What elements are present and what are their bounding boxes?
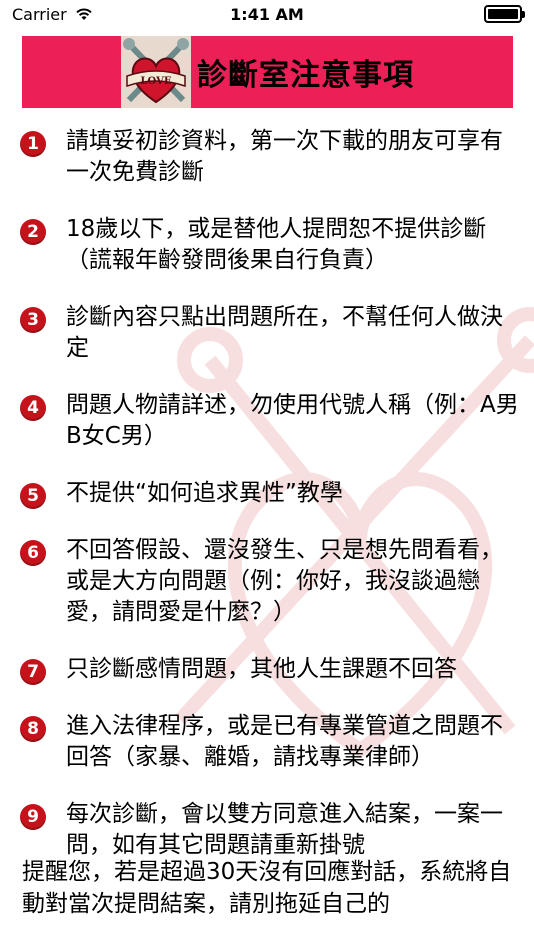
list-item: 9 每次診斷，會以雙方同意進入結案，一案一問，如有其它問題請重新掛號 — [20, 799, 520, 861]
number-badge-icon: 6 — [20, 540, 46, 566]
number-badge-icon: 1 — [20, 131, 46, 157]
list-item: 3 診斷內容只點出問題所在，不幫任何人做決定 — [20, 302, 520, 364]
carrier-label: Carrier — [12, 4, 67, 24]
list-item: 6 不回答假設、還沒發生、只是想先問看看，或是大方向問題（例：你好，我沒談過戀愛… — [20, 535, 520, 628]
list-item: 1 請填妥初診資料，第一次下載的朋友可享有一次免費診斷 — [20, 126, 520, 188]
number-badge-icon: 3 — [20, 307, 46, 333]
header-banner: LOVE 診斷室注意事項 — [22, 36, 513, 108]
rule-text: 只診斷感情問題，其他人生課題不回答 — [66, 656, 457, 682]
rule-text: 不回答假設、還沒發生、只是想先問看看，或是大方向問題（例：你好，我沒談過戀愛，請… — [66, 537, 503, 625]
status-bar: Carrier 1:41 AM — [0, 0, 534, 28]
heart-love-logo: LOVE — [121, 36, 191, 108]
rule-text: 診斷內容只點出問題所在，不幫任何人做決定 — [66, 304, 503, 361]
rules-list: 1 請填妥初診資料，第一次下載的朋友可享有一次免費診斷 2 18歲以下，或是替他… — [20, 126, 520, 887]
logo-text: LOVE — [141, 76, 172, 87]
battery-icon — [484, 5, 525, 23]
rule-text: 進入法律程序，或是已有專業管道之問題不回答（家暴、離婚，請找專業律師） — [66, 713, 503, 770]
rule-text: 問題人物請詳述，勿使用代號人稱（例：A男B女C男） — [66, 392, 519, 449]
rule-text: 每次診斷，會以雙方同意進入結案，一案一問，如有其它問題請重新掛號 — [66, 801, 503, 858]
list-item: 5 不提供“如何追求異性”教學 — [20, 478, 520, 509]
wifi-icon — [76, 8, 92, 20]
rule-text: 18歲以下，或是替他人提問恕不提供診斷（謊報年齡發問後果自行負責） — [66, 216, 487, 273]
number-badge-icon: 9 — [20, 804, 46, 830]
list-item: 4 問題人物請詳述，勿使用代號人稱（例：A男B女C男） — [20, 390, 520, 452]
number-badge-icon: 5 — [20, 483, 46, 509]
rule-text: 不提供“如何追求異性”教學 — [66, 480, 343, 506]
number-badge-icon: 8 — [20, 716, 46, 742]
page-title: 診斷室注意事項 — [197, 58, 414, 93]
number-badge-icon: 4 — [20, 395, 46, 421]
carrier-group: Carrier — [12, 5, 93, 24]
list-item: 7 只診斷感情問題，其他人生課題不回答 — [20, 654, 520, 685]
list-item: 8 進入法律程序，或是已有專業管道之問題不回答（家暴、離婚，請找專業律師） — [20, 711, 520, 773]
number-badge-icon: 7 — [20, 659, 46, 685]
list-item: 2 18歲以下，或是替他人提問恕不提供診斷（謊報年齡發問後果自行負責） — [20, 214, 520, 276]
number-badge-icon: 2 — [20, 219, 46, 245]
reminder-text: 提醒您，若是超過30天沒有回應對話，系統將自動對當次提問結案，請別拖延自己的 — [22, 859, 512, 917]
rule-text: 請填妥初診資料，第一次下載的朋友可享有一次免費診斷 — [66, 128, 503, 185]
